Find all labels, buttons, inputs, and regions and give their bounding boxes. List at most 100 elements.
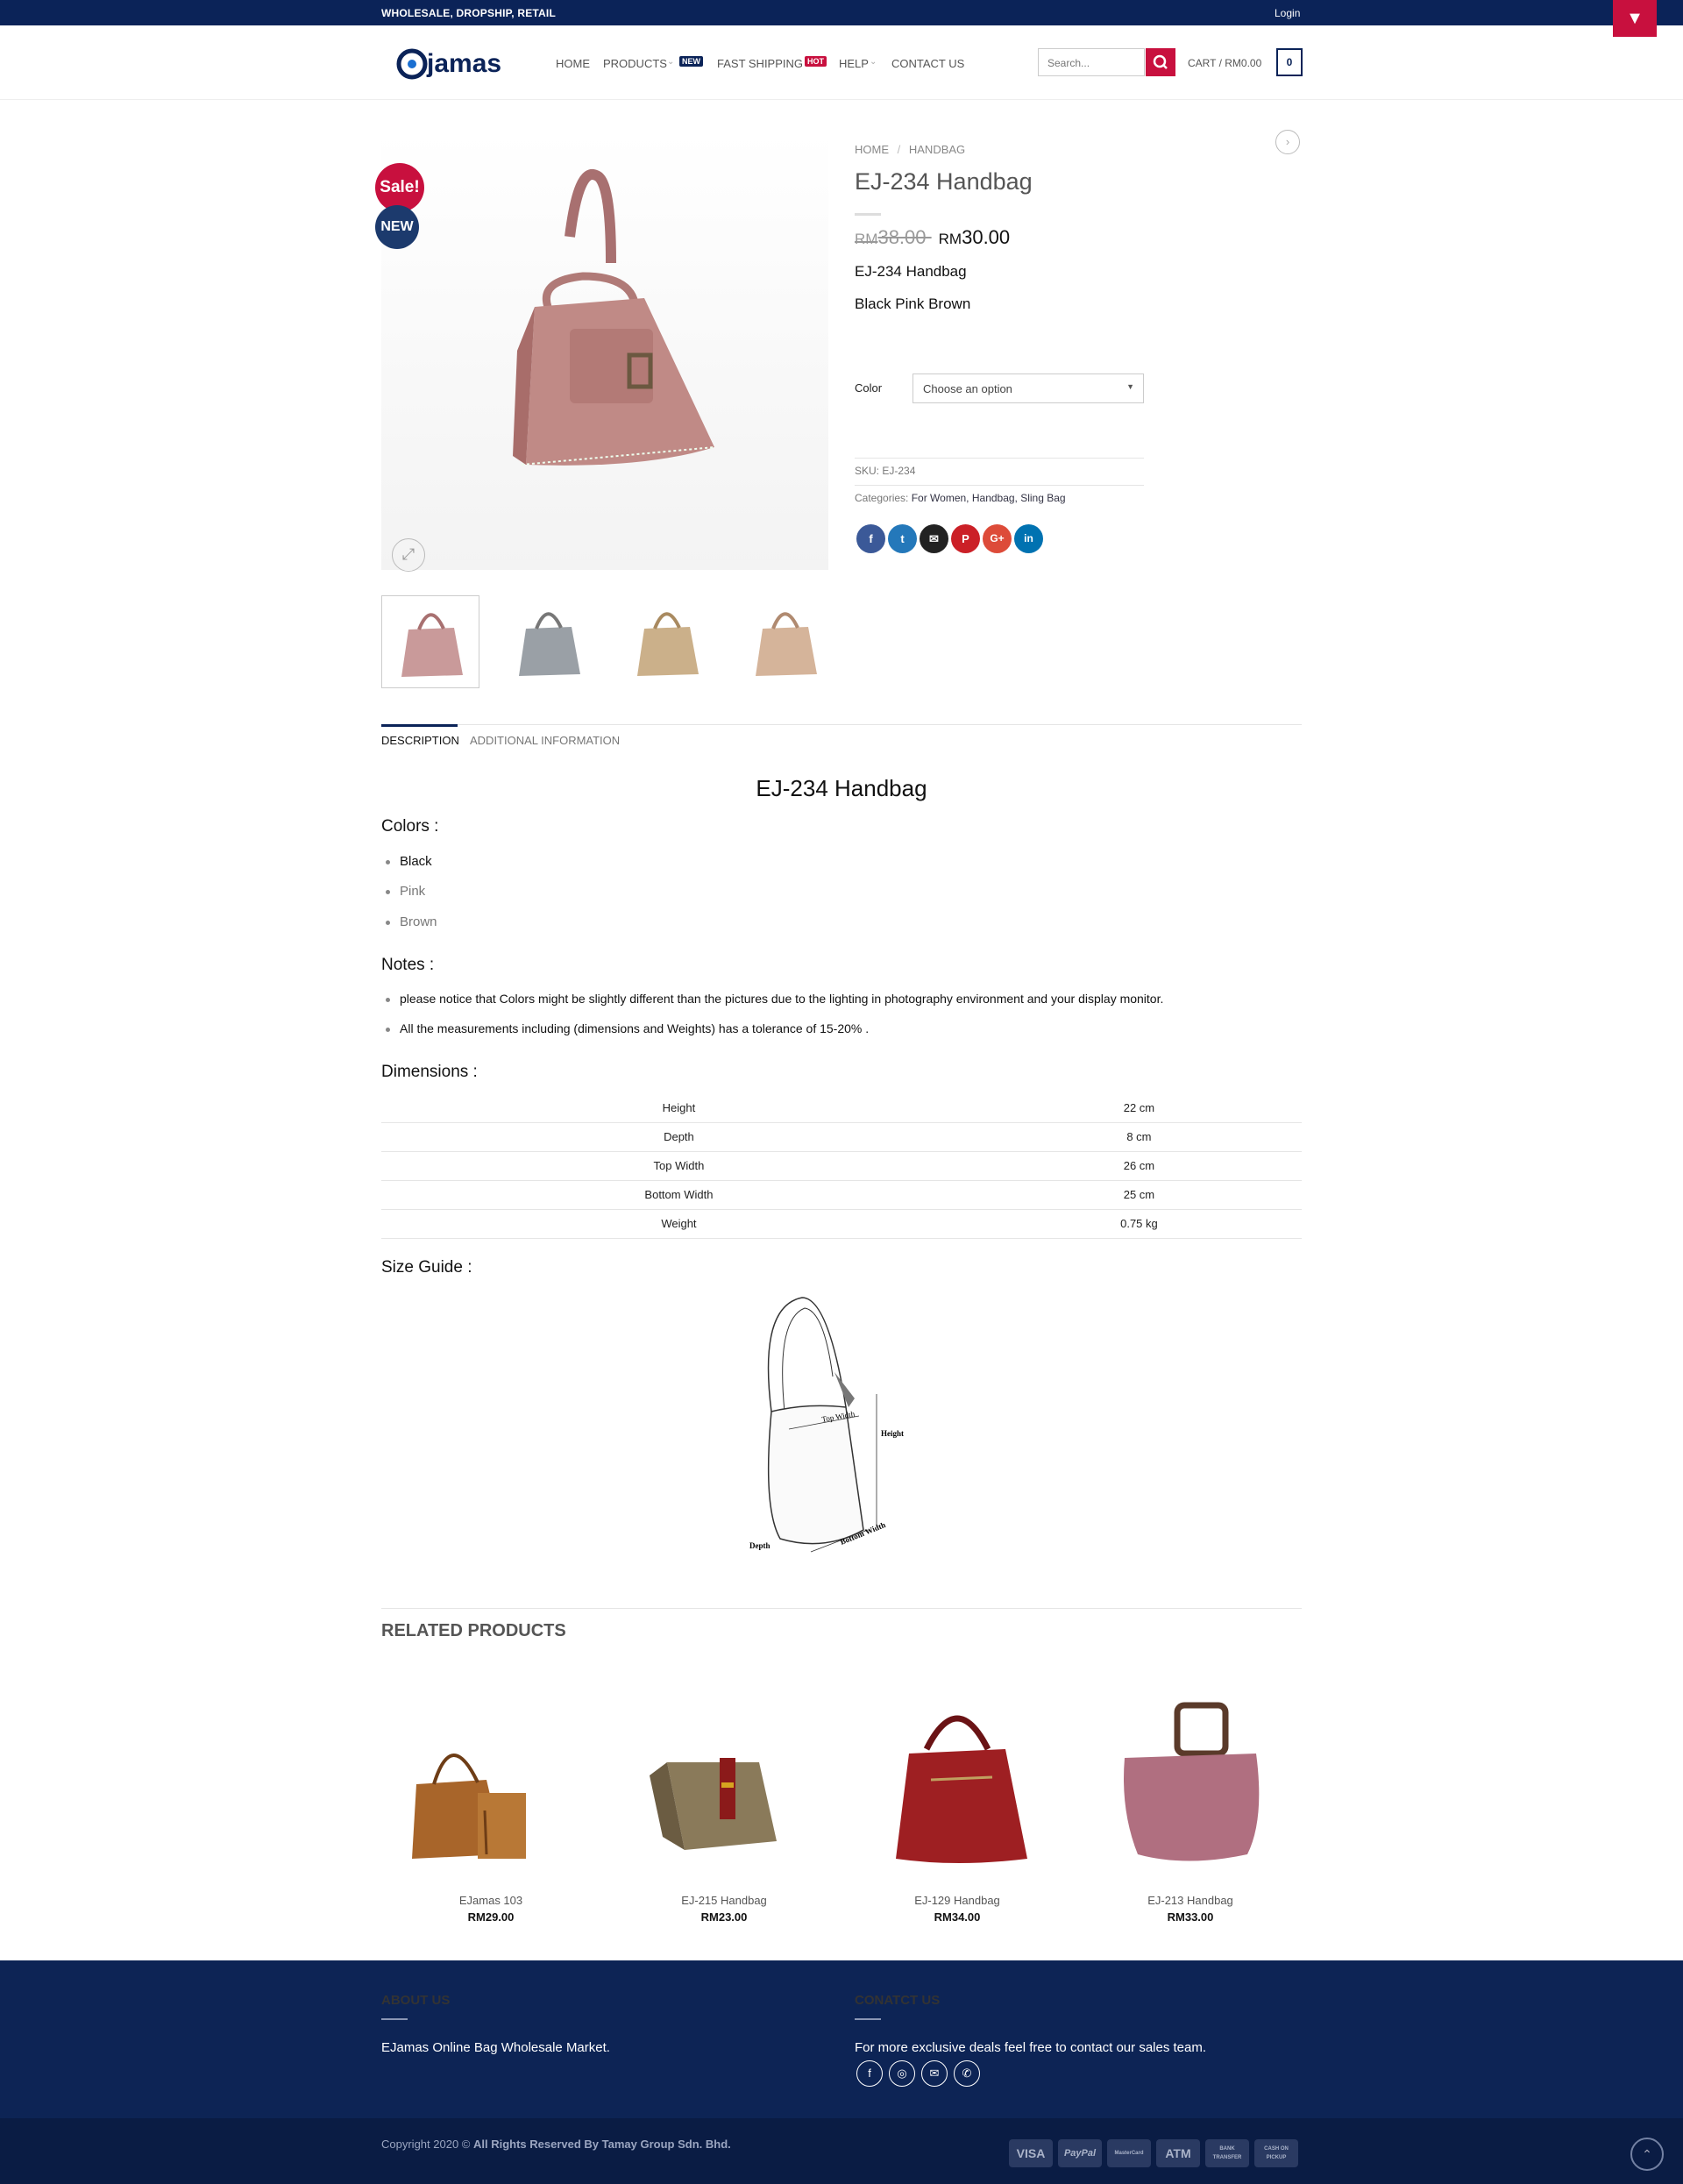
tab-description[interactable]: DESCRIPTION [381, 734, 459, 747]
price: RM38.00 RM30.00 [855, 226, 1010, 249]
product-card-name[interactable]: EJ-215 Handbag [614, 1894, 834, 1907]
new-price-currency: RM [938, 231, 962, 247]
dimension-label: Depth [381, 1122, 976, 1152]
color-label: Color [855, 381, 883, 395]
dimension-value: 8 cm [976, 1122, 1302, 1152]
ejamas-logo[interactable]: jamas [396, 46, 519, 82]
size-guide-height: Height [881, 1429, 904, 1438]
product-main-image[interactable] [381, 132, 828, 570]
svg-text:jamas: jamas [426, 49, 501, 78]
pinterest-share-icon[interactable]: P [951, 524, 980, 553]
note-list-item: please notice that Colors might be sligh… [385, 992, 1164, 1006]
description-title: EJ-234 Handbag [756, 775, 927, 801]
copyright-prefix: Copyright 2020 © [381, 2138, 473, 2151]
short-description-title: EJ-234 Handbag [855, 263, 967, 280]
product-card-name[interactable]: EJamas 103 [381, 1894, 600, 1907]
copyright-owner: All Rights Reserved By Tamay Group Sdn. … [472, 2138, 731, 2151]
table-row: Depth 8 cm [381, 1122, 1302, 1152]
color-list-item: Pink [385, 884, 426, 899]
search-icon [1153, 54, 1168, 69]
table-row: Height 22 cm [381, 1093, 1302, 1123]
email-icon[interactable]: ✉ [921, 2060, 948, 2087]
product-card-price: RM34.00 [934, 1910, 981, 1924]
note-list-item: All the measurements including (dimensio… [385, 1021, 870, 1035]
nav-home[interactable]: HOME [556, 57, 590, 70]
zoom-icon[interactable]: ⤢ [392, 538, 425, 572]
dimension-label: Weight [381, 1209, 976, 1239]
product-card-price: RM23.00 [700, 1910, 748, 1924]
tagline: WHOLESALE, DROPSHIP, RETAIL [381, 7, 556, 19]
dimension-value: 0.75 kg [976, 1209, 1302, 1239]
top-bar: WHOLESALE, DROPSHIP, RETAIL Login [0, 0, 1683, 25]
cart-count[interactable]: 0 [1276, 48, 1303, 76]
email-share-icon[interactable]: ✉ [920, 524, 948, 553]
notes-heading: Notes : [381, 956, 435, 974]
colors-heading: Colors : [381, 817, 439, 836]
search-button[interactable] [1146, 48, 1175, 76]
footer-about-text: EJamas Online Bag Wholesale Market. [381, 2040, 610, 2055]
dimensions-heading: Dimensions : [381, 1063, 478, 1081]
sku: SKU: EJ-234 [855, 465, 915, 477]
nav-help[interactable]: HELP [839, 57, 869, 70]
back-to-top-icon[interactable]: ⌃ [1630, 2138, 1664, 2171]
product-title: EJ-234 Handbag [855, 168, 1033, 195]
mastercard-icon: MasterCard [1107, 2139, 1151, 2167]
dimension-label: Height [381, 1093, 976, 1123]
divider [381, 724, 1302, 725]
color-select[interactable]: Choose an option ▼ [913, 373, 1144, 403]
nav-fast-shipping[interactable]: FAST SHIPPING [717, 57, 803, 70]
cart-link[interactable]: CART / RM0.00 [1188, 57, 1261, 69]
thumbnail[interactable] [736, 595, 834, 688]
thumbnail[interactable] [618, 595, 716, 688]
search-input[interactable]: Search... [1038, 48, 1145, 76]
product-card-name[interactable]: EJ-129 Handbag [848, 1894, 1067, 1907]
dimension-value: 26 cm [976, 1151, 1302, 1181]
categories-label: Categories: [855, 492, 909, 504]
copyright-bar: Copyright 2020 © All Rights Reserved By … [0, 2118, 1683, 2184]
categories: Categories: For Women, Handbag, Sling Ba… [855, 492, 1066, 504]
nav-products[interactable]: PRODUCTS [603, 57, 667, 70]
table-row: Top Width 26 cm [381, 1151, 1302, 1181]
paypal-icon: PayPal [1058, 2139, 1102, 2167]
nav-contact[interactable]: CONTACT US [891, 57, 964, 70]
product-card-price: RM29.00 [467, 1910, 515, 1924]
instagram-icon[interactable]: ◎ [889, 2060, 915, 2087]
footer-contact-heading: CONATCT US [855, 1993, 941, 2008]
phone-icon[interactable]: ✆ [954, 2060, 980, 2087]
divider [855, 485, 1144, 486]
divider [381, 2018, 408, 2020]
cash-on-pickup-icon: CASH ON PICKUP [1254, 2139, 1298, 2167]
thumbnail[interactable] [500, 595, 598, 688]
divider [855, 458, 1144, 459]
dimension-label: Top Width [381, 1151, 976, 1181]
new-badge: NEW [679, 56, 703, 67]
linkedin-share-icon[interactable]: in [1014, 524, 1043, 553]
divider [381, 1608, 1302, 1609]
thumbnail[interactable] [381, 595, 479, 688]
categories-links[interactable]: For Women, Handbag, Sling Bag [912, 492, 1066, 504]
chevron-down-icon: ⌄ [870, 57, 877, 67]
facebook-icon[interactable]: f [856, 2060, 883, 2087]
breadcrumb-home[interactable]: HOME [855, 143, 889, 156]
bank-transfer-icon: BANK TRANSFER [1205, 2139, 1249, 2167]
table-row: Weight 0.75 kg [381, 1209, 1302, 1239]
footer [0, 1960, 1683, 2118]
login-link[interactable]: Login [1275, 7, 1300, 19]
color-list-item: Brown [386, 914, 437, 929]
color-list-item: Black [386, 854, 432, 869]
breadcrumb-handbag[interactable]: HANDBAG [909, 143, 965, 156]
product-card-name[interactable]: EJ-213 Handbag [1081, 1894, 1300, 1907]
dimension-value: 25 cm [976, 1180, 1302, 1210]
size-guide-heading: Size Guide : [381, 1258, 472, 1277]
new-badge: NEW [375, 205, 419, 249]
dimension-label: Bottom Width [381, 1180, 976, 1210]
twitter-share-icon[interactable]: t [888, 524, 917, 553]
size-guide-depth: Depth [749, 1541, 770, 1550]
facebook-share-icon[interactable]: f [856, 524, 885, 553]
footer-about-heading: ABOUT US [381, 1993, 451, 2008]
sku-label: SKU: [855, 465, 880, 477]
tab-additional-information[interactable]: ADDITIONAL INFORMATION [470, 734, 620, 747]
active-tab-indicator [381, 724, 458, 727]
next-product-icon[interactable]: › [1275, 130, 1300, 154]
google-plus-share-icon[interactable]: G+ [983, 524, 1012, 553]
